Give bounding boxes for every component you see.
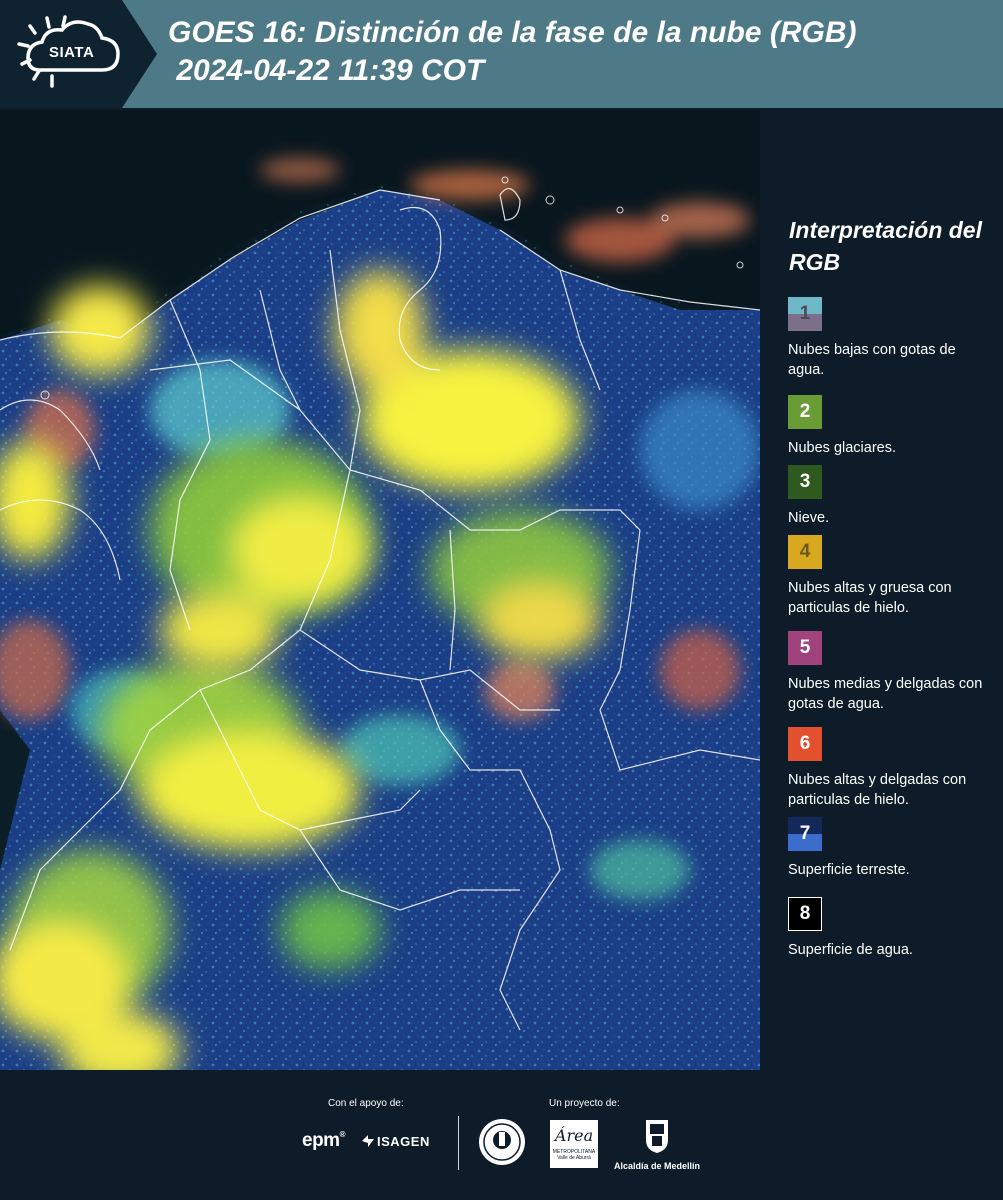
header-bar: SIATA GOES 16: Distinción de la fase de …: [0, 0, 1003, 108]
siata-logo: SIATA: [0, 0, 158, 108]
legend-item: 5 Nubes medias y delgadas con gotas de ag…: [788, 631, 993, 714]
legend-swatch: 4: [788, 535, 822, 569]
legend-item: 4 Nubes altas y gruesa con particulas de …: [788, 535, 993, 618]
title-line-1: GOES 16: Distinción de la fase de la nub…: [168, 16, 857, 49]
legend-label: Nubes altas y delgadas con particulas de…: [788, 772, 967, 808]
epm-text: epm: [302, 1130, 340, 1151]
seal-logo: [478, 1118, 526, 1171]
legend-swatch: 6: [788, 727, 822, 761]
legend-item: 7 Superficie terreste.: [788, 817, 993, 880]
legend-item: 3 Nieve.: [788, 465, 993, 528]
legend-swatch: 8: [788, 897, 822, 931]
title-line-2: 2024-04-22 11:39 COT: [168, 54, 485, 87]
legend-label: Nubes medias y delgadas con gotas de agu…: [788, 676, 983, 712]
legend-number: 1: [799, 303, 811, 324]
legend-number: 8: [799, 903, 811, 924]
footer: Con el apoyo de: Un proyecto de: epm® IS…: [0, 1070, 1003, 1200]
page-title: GOES 16: Distinción de la fase de la nub…: [168, 14, 856, 90]
legend-swatch: 2: [788, 395, 822, 429]
legend-label: Nieve.: [788, 510, 830, 526]
legend-item: 8 Superficie de agua.: [788, 897, 993, 960]
satellite-map: [0, 110, 760, 1070]
legend-title: Interpretación del RGB: [789, 217, 982, 275]
legend-number: 4: [799, 541, 811, 562]
area-script: Área: [554, 1126, 594, 1145]
alcaldia-text: Alcaldía de Medellín: [613, 1161, 701, 1171]
legend-panel: Interpretación del RGB 1 Nubes bajas con …: [776, 110, 1003, 1070]
legend-label: Nubes altas y gruesa con particulas de h…: [788, 580, 952, 616]
support-label: Con el apoyo de:: [328, 1098, 404, 1109]
legend-item: 1 Nubes bajas con gotas de agua.: [788, 297, 993, 380]
epm-logo: epm®: [302, 1130, 346, 1151]
legend-number: 7: [799, 823, 811, 844]
legend-item: 2 Nubes glaciares.: [788, 395, 993, 458]
isagen-icon: [362, 1135, 374, 1147]
legend-number: 6: [799, 733, 811, 754]
legend-number: 2: [799, 401, 811, 422]
legend-swatch: 1: [788, 297, 822, 331]
legend-item: 6 Nubes altas y delgadas con particulas d…: [788, 727, 993, 810]
alcaldia-logo: Alcaldía de Medellín: [612, 1118, 702, 1171]
isagen-text: ISAGEN: [377, 1134, 430, 1149]
footer-divider: [458, 1116, 459, 1170]
legend-swatch: 7: [788, 817, 822, 851]
legend-number: 3: [799, 471, 811, 492]
project-label: Un proyecto de:: [549, 1098, 620, 1109]
legend-swatch: 5: [788, 631, 822, 665]
legend-label: Nubes bajas con gotas de agua.: [788, 342, 956, 378]
area-line2: Valle de Aburrá: [557, 1155, 591, 1161]
legend-swatch: 3: [788, 465, 822, 499]
isagen-logo: ISAGEN: [362, 1134, 430, 1149]
logo-text: SIATA: [49, 44, 95, 61]
legend-label: Nubes glaciares.: [788, 440, 896, 456]
legend-number: 5: [799, 637, 811, 658]
legend-label: Superficie de agua.: [788, 942, 913, 958]
legend-label: Superficie terreste.: [788, 862, 910, 878]
alcaldia-shield-icon: [646, 1120, 668, 1153]
satellite-image: [0, 110, 760, 1070]
area-metropolitana-logo: Área METROPOLITANA Valle de Aburrá: [550, 1120, 598, 1168]
